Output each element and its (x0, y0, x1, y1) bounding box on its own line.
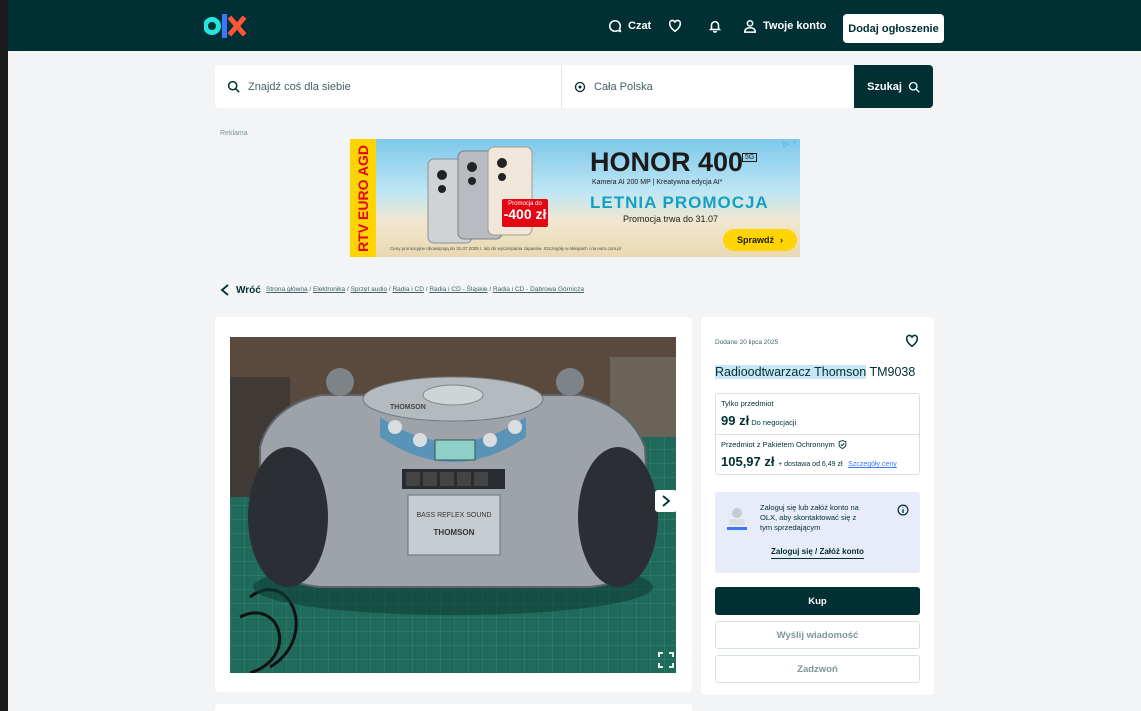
ad-retailer-logo: RTV EURO AGD (350, 139, 376, 257)
protected-price: 105,97 zł + dostawa od 6,49 zł Szczegóły… (721, 454, 897, 469)
breadcrumb-item[interactable]: Sprzęt audio (351, 286, 388, 293)
shield-check-icon (838, 440, 847, 449)
next-photo-button[interactable] (655, 490, 677, 512)
location-pin-icon (574, 81, 586, 92)
breadcrumb-item[interactable]: Radia i CD (392, 286, 423, 293)
ad-headline: HONOR 400 (590, 147, 744, 177)
boombox-photo: BASS REFLEX SOUND THOMSON THOMSON (230, 337, 676, 673)
protected-price-value: 105,97 zł (721, 454, 775, 469)
olx-logo[interactable] (204, 10, 252, 42)
ad-banner[interactable]: RTV EURO AGD Promocja do -400 zł HONOR 4… (350, 139, 800, 257)
photo-brand-top-text: THOMSON (390, 404, 426, 411)
nav-notifications[interactable] (708, 0, 722, 51)
buy-button[interactable]: Kup (715, 587, 920, 615)
nav-chat-label: Czat (628, 19, 652, 32)
item-price: 99 zł Do negocjacji (721, 413, 796, 428)
login-prompt-box: Zaloguj się lub załóż konto na OLX, aby … (715, 492, 920, 573)
ad-label: Reklama (220, 130, 248, 137)
ad-promo-amount: -400 zł (503, 206, 547, 222)
photo-gallery: BASS REFLEX SOUND THOMSON THOMSON (215, 317, 692, 692)
user-icon (743, 19, 757, 33)
search-button[interactable]: Szukaj (854, 65, 933, 108)
fullscreen-button[interactable] (657, 651, 675, 669)
heart-icon (668, 19, 682, 32)
bell-icon (708, 20, 722, 33)
listing-photo[interactable]: BASS REFLEX SOUND THOMSON THOMSON (230, 337, 676, 673)
login-link[interactable]: Zaloguj się / Załóż konto (771, 547, 864, 559)
protection-label-text: Przedmiot z Pakietem Ochronnym (721, 440, 835, 449)
breadcrumb-item[interactable]: Radia i CD - Śląskie (429, 286, 487, 293)
chevron-right-icon (662, 495, 671, 507)
nav-favorites[interactable] (668, 0, 682, 51)
breadcrumb: Strona główna / Elektronika / Sprzęt aud… (266, 286, 584, 293)
location-input[interactable]: Cała Polska (562, 65, 854, 108)
send-message-button[interactable]: Wyślij wiadomość (715, 621, 920, 649)
price-divider (716, 434, 919, 435)
call-button[interactable]: Zadzwoń (715, 655, 920, 683)
price-details-link[interactable]: Szczegóły ceny (848, 461, 897, 468)
ad-choices-icon[interactable]: ▷ ⋮ (784, 140, 798, 148)
ad-fine-print: Ceny promocyjne obowiązują do 31.07.2025… (390, 246, 621, 251)
ad-cta-label: Sprawdź (736, 235, 774, 245)
breadcrumb-item[interactable]: Radia i CD - Dąbrowa Górnicza (493, 286, 584, 293)
photo-bass-text: BASS REFLEX SOUND (416, 512, 491, 519)
page: Czat Twoje konto Dodaj ogłoszenie Znajdź… (8, 0, 1141, 711)
nav-account-label: Twoje konto (763, 19, 827, 32)
expand-icon (658, 652, 674, 668)
breadcrumb-item[interactable]: Elektronika (313, 286, 345, 293)
favorite-heart-icon[interactable] (905, 334, 919, 348)
add-listing-button[interactable]: Dodaj ogłoszenie (843, 14, 944, 43)
nav-chat[interactable]: Czat (608, 0, 651, 51)
back-button[interactable]: Wróć (220, 284, 261, 296)
ad-5g-badge: 5G (742, 153, 758, 162)
ad-retailer-text: RTV EURO AGD (355, 144, 371, 252)
negotiable-label: Do negocjacji (751, 418, 797, 427)
listing-title: Radioodtwarzacz Thomson TM9038 (715, 365, 915, 379)
location-value: Cała Polska (594, 80, 653, 93)
breadcrumb-item[interactable]: Strona główna (266, 286, 308, 293)
chevron-left-icon (220, 284, 229, 296)
listing-title-highlight: Radioodtwarzacz Thomson (715, 365, 867, 379)
nav-account[interactable]: Twoje konto (743, 0, 826, 51)
ad-cta-button[interactable]: Sprawdź › (723, 229, 797, 251)
back-label: Wróć (236, 284, 261, 296)
chevron-right-icon: › (780, 235, 783, 245)
ad-phones-image (427, 146, 533, 244)
seller-avatar-icon (727, 508, 747, 530)
top-header: Czat Twoje konto Dodaj ogłoszenie (8, 0, 1141, 51)
item-only-label: Tylko przedmiot (721, 399, 774, 408)
ad-promo-title: LETNIA PROMOCJA (590, 193, 769, 212)
window-edge (0, 0, 8, 711)
ad-subline: Kamera AI 200 MP | Kreatywna edycja AI* (592, 179, 723, 186)
ad-promo-dates: Promocja trwa do 31.07 (623, 214, 719, 224)
shipping-cost: + dostawa od 6,49 zł (778, 461, 843, 468)
next-section-card (215, 704, 692, 711)
search-icon (227, 80, 240, 93)
info-icon[interactable] (897, 504, 909, 516)
photo-brand-text: THOMSON (434, 528, 475, 537)
price-box: Tylko przedmiot 99 zł Do negocjacji Przed… (715, 393, 920, 475)
item-price-value: 99 zł (721, 413, 750, 428)
search-icon (908, 81, 920, 93)
listing-title-rest: TM9038 (866, 365, 916, 379)
search-bar: Znajdź coś dla siebie Cała Polska Szukaj (215, 65, 933, 108)
search-button-label: Szukaj (867, 80, 902, 93)
search-input[interactable]: Znajdź coś dla siebie (215, 65, 562, 108)
protection-label: Przedmiot z Pakietem Ochronnym (721, 440, 847, 449)
chat-icon (609, 19, 622, 32)
listing-details-card: Dodane 20 lipca 2025 Radioodtwarzacz Tho… (701, 317, 934, 695)
ad-promo-badge: Promocja do -400 zł (502, 199, 548, 227)
search-placeholder: Znajdź coś dla siebie (248, 80, 351, 93)
login-prompt-text: Zaloguj się lub załóż konto na OLX, aby … (760, 503, 859, 532)
posted-date: Dodane 20 lipca 2025 (715, 339, 779, 346)
